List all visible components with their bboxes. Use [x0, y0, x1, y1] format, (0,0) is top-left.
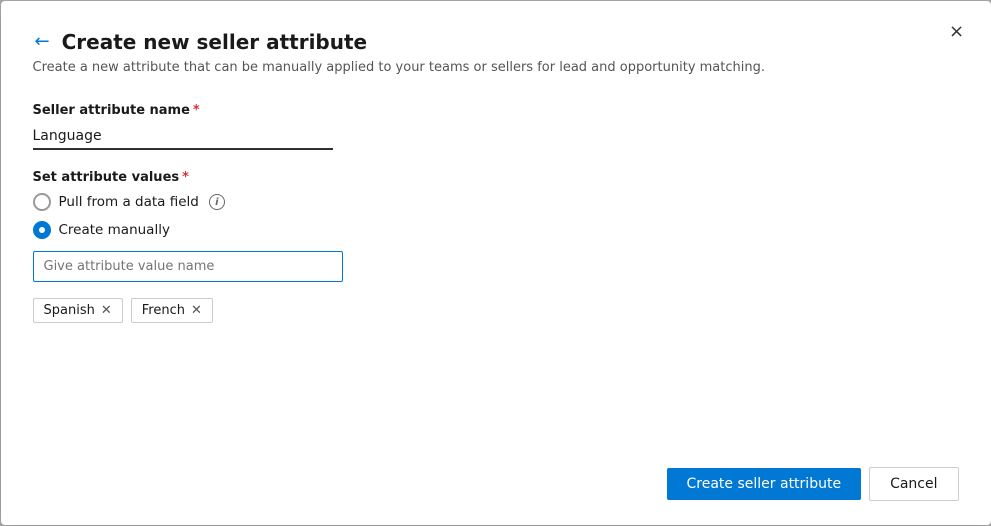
tags-row: Spanish ✕ French ✕: [33, 298, 959, 323]
set-values-label: Set attribute values *: [33, 170, 959, 185]
dialog-footer: Create seller attribute Cancel: [33, 451, 959, 501]
dialog: × ← Create new seller attribute Create a…: [1, 1, 991, 525]
radio-pull[interactable]: [33, 193, 51, 211]
create-seller-attribute-button[interactable]: Create seller attribute: [667, 468, 862, 500]
radio-pull-label: Pull from a data field: [59, 194, 199, 210]
attribute-name-label: Seller attribute name *: [33, 103, 959, 118]
dialog-header: ← Create new seller attribute: [33, 29, 959, 54]
cancel-button[interactable]: Cancel: [869, 467, 958, 501]
tag-french-label: French: [142, 303, 185, 318]
attribute-value-input[interactable]: [33, 251, 343, 282]
attribute-name-section: Seller attribute name *: [33, 103, 959, 150]
tag-spanish-remove[interactable]: ✕: [101, 304, 112, 317]
radio-item-pull[interactable]: Pull from a data field i: [33, 193, 959, 211]
required-marker-2: *: [182, 170, 189, 185]
radio-item-manual[interactable]: Create manually: [33, 221, 959, 239]
dialog-subtitle: Create a new attribute that can be manua…: [33, 60, 959, 75]
back-button[interactable]: ←: [33, 29, 52, 54]
required-marker: *: [193, 103, 200, 118]
radio-manual-label: Create manually: [59, 222, 170, 238]
back-icon: ←: [35, 31, 50, 52]
dialog-title: Create new seller attribute: [62, 30, 368, 54]
radio-group: Pull from a data field i Create manually: [33, 193, 959, 239]
radio-manual[interactable]: [33, 221, 51, 239]
tag-french-remove[interactable]: ✕: [191, 304, 202, 317]
tag-spanish-label: Spanish: [44, 303, 95, 318]
tag-french: French ✕: [131, 298, 213, 323]
info-icon[interactable]: i: [209, 194, 225, 210]
set-attribute-values-section: Set attribute values * Pull from a data …: [33, 170, 959, 323]
attribute-name-input[interactable]: [33, 124, 333, 150]
tag-spanish: Spanish ✕: [33, 298, 123, 323]
close-button[interactable]: ×: [943, 17, 971, 45]
dialog-overlay: × ← Create new seller attribute Create a…: [0, 0, 991, 526]
